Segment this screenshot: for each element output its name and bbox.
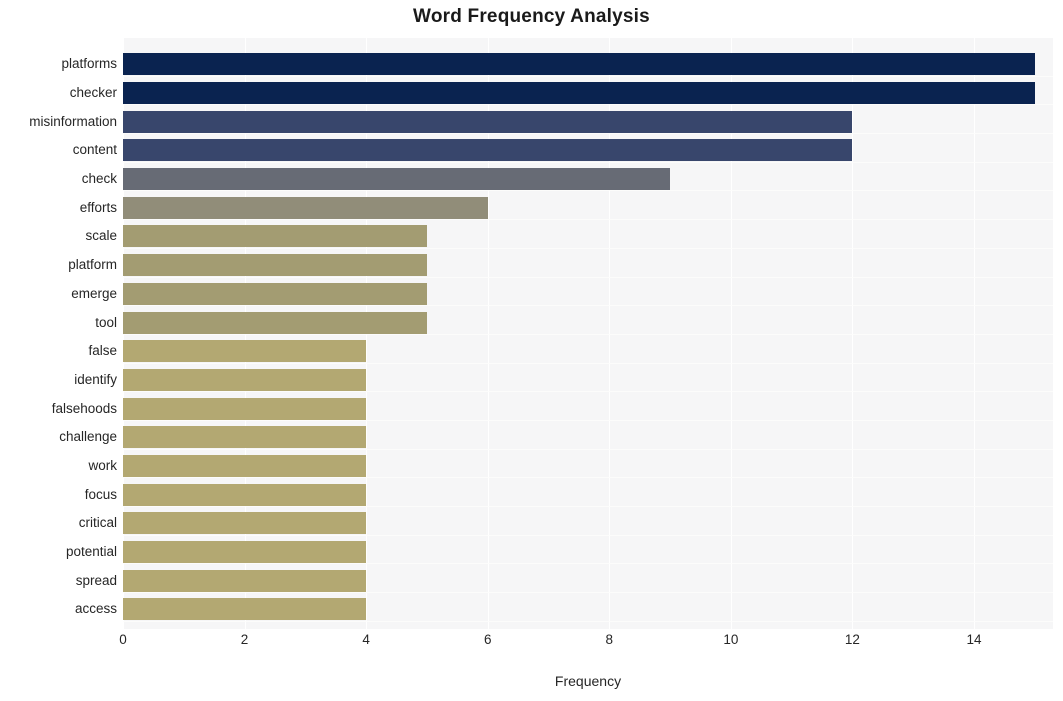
gridline-y (123, 449, 1053, 450)
x-axis-tick-label: 4 (362, 632, 370, 647)
gridline-y (123, 563, 1053, 564)
gridline-y (123, 162, 1053, 163)
x-axis-tick-label: 6 (483, 632, 492, 647)
bar[interactable] (123, 369, 366, 391)
bar[interactable] (123, 484, 366, 506)
bar[interactable] (123, 197, 488, 219)
gridline-y (123, 363, 1053, 364)
bar[interactable] (123, 570, 366, 592)
gridline-y (123, 277, 1053, 278)
word-frequency-chart-figure: Word Frequency Analysis platforms checker… (0, 0, 1063, 701)
gridline-y (123, 305, 1053, 306)
x-axis-tick-label: 12 (844, 632, 860, 647)
gridline-y (123, 391, 1053, 392)
gridline-y (123, 248, 1053, 249)
bar[interactable] (123, 139, 852, 161)
gridline-y (123, 76, 1053, 77)
plot-area (123, 38, 1053, 629)
y-axis-label: platform (68, 257, 117, 272)
chart-title: Word Frequency Analysis (413, 6, 650, 27)
gridline-y (123, 506, 1053, 507)
y-axis-label: check (81, 171, 117, 186)
gridline-y (123, 219, 1053, 220)
gridline-y (123, 535, 1053, 536)
bar[interactable] (123, 283, 427, 305)
y-axis-label: checker (69, 85, 117, 100)
y-axis-label: content (72, 142, 117, 157)
y-axis-label: work (88, 458, 117, 473)
y-axis-label: potential (65, 544, 117, 559)
bar[interactable] (123, 426, 366, 448)
bar[interactable] (123, 340, 366, 362)
x-axis-tick-label: 10 (723, 632, 739, 647)
bar[interactable] (123, 541, 366, 563)
x-axis-tick-label: 14 (966, 632, 982, 647)
bar[interactable] (123, 398, 366, 420)
x-axis-tick-labels: 0 2 4 6 8 10 12 14 (0, 632, 1063, 656)
x-axis-tick-label: 0 (119, 632, 127, 647)
gridline-y (123, 190, 1053, 191)
bar[interactable] (123, 512, 366, 534)
bar[interactable] (123, 225, 427, 247)
bar[interactable] (123, 168, 670, 190)
y-axis-label: spread (75, 573, 117, 588)
y-axis-label: efforts (79, 200, 117, 215)
y-axis-label: access (74, 601, 117, 616)
y-axis-label: emerge (71, 286, 117, 301)
x-axis-tick-label: 2 (240, 632, 249, 647)
y-axis-label: misinformation (29, 114, 117, 129)
bar[interactable] (123, 455, 366, 477)
bar[interactable] (123, 254, 427, 276)
x-axis-title: Frequency (554, 673, 622, 689)
y-axis-label: false (88, 343, 117, 358)
gridline-y (123, 420, 1053, 421)
y-axis-label: challenge (59, 429, 117, 444)
bar[interactable] (123, 111, 852, 133)
y-axis-label: identify (74, 372, 117, 387)
bar[interactable] (123, 598, 366, 620)
x-axis-tick-label: 8 (605, 632, 614, 647)
gridline-y (123, 592, 1053, 593)
y-axis-label: platforms (61, 56, 117, 71)
gridline-y (123, 133, 1053, 134)
y-axis-label: tool (95, 315, 117, 330)
bar[interactable] (123, 82, 1035, 104)
gridline-y (123, 334, 1053, 335)
gridline-y (123, 477, 1053, 478)
bar[interactable] (123, 312, 427, 334)
y-axis-tick-labels: platforms checker misinformation content che… (0, 38, 117, 629)
y-axis-label: critical (78, 515, 117, 530)
gridline-y (123, 621, 1053, 622)
y-axis-label: falsehoods (51, 401, 117, 416)
bar[interactable] (123, 53, 1035, 75)
y-axis-label: scale (85, 228, 117, 243)
y-axis-label: focus (84, 487, 117, 502)
gridline-y (123, 104, 1053, 105)
